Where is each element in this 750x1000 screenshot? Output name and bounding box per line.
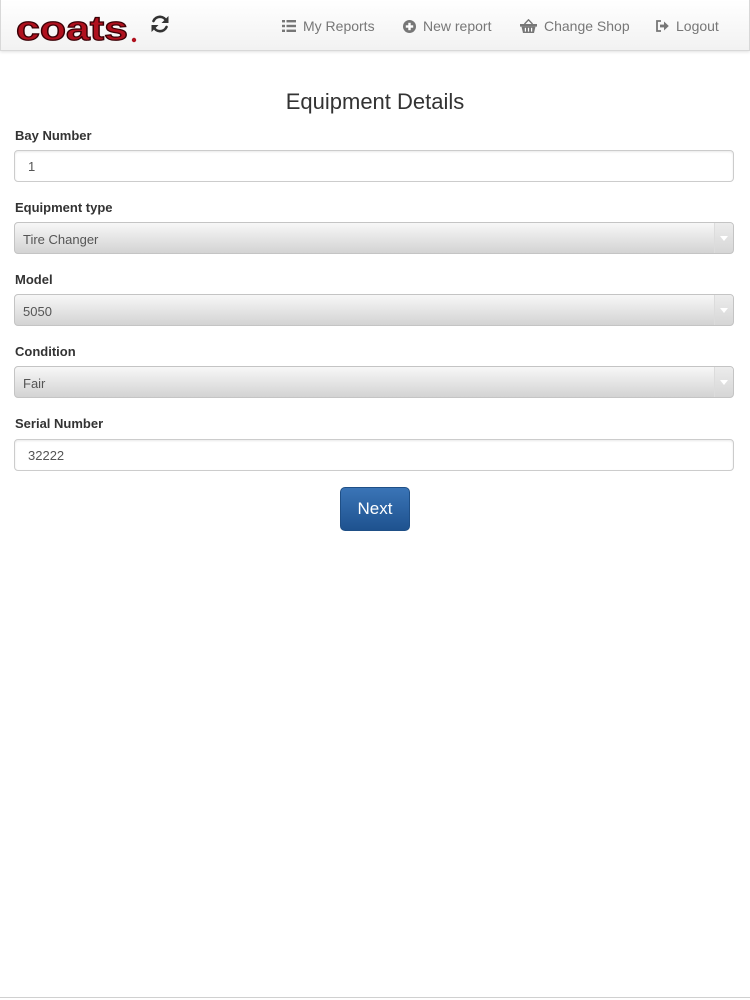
equipment-type-value: Tire Changer <box>23 232 99 247</box>
nav-label: Logout <box>676 18 719 34</box>
equipment-type-label: Equipment type <box>15 200 113 215</box>
list-icon <box>282 20 296 32</box>
bay-number-label: Bay Number <box>15 128 92 143</box>
svg-text:coats: coats <box>16 10 128 45</box>
nav-label: Change Shop <box>544 18 630 34</box>
equipment-type-select[interactable]: Tire Changer <box>14 222 734 254</box>
condition-value: Fair <box>23 376 46 391</box>
model-value: 5050 <box>23 304 52 319</box>
top-navbar: coats My Reports New report Change Shop … <box>0 0 750 51</box>
chevron-down-icon <box>714 295 733 325</box>
serial-number-label: Serial Number <box>15 416 104 431</box>
coats-logo[interactable]: coats <box>15 9 139 45</box>
model-label: Model <box>15 272 53 287</box>
nav-change-shop[interactable]: Change Shop <box>520 16 630 36</box>
nav-logout[interactable]: Logout <box>656 16 719 36</box>
condition-label: Condition <box>15 344 76 359</box>
basket-icon <box>520 19 537 33</box>
serial-number-input[interactable] <box>14 439 734 471</box>
nav-new-report[interactable]: New report <box>403 16 491 36</box>
plus-circle-icon <box>403 19 416 33</box>
bottom-divider <box>0 997 750 998</box>
nav-label: My Reports <box>303 18 375 34</box>
chevron-down-icon <box>714 367 733 397</box>
next-button[interactable]: Next <box>340 487 410 531</box>
nav-label: New report <box>423 18 492 34</box>
bay-number-input[interactable] <box>14 150 734 182</box>
logout-icon <box>656 20 669 32</box>
nav-my-reports[interactable]: My Reports <box>282 16 375 36</box>
refresh-icon[interactable] <box>149 13 171 35</box>
model-select[interactable]: 5050 <box>14 294 734 326</box>
chevron-down-icon <box>714 223 733 253</box>
page-title: Equipment Details <box>285 89 465 114</box>
condition-select[interactable]: Fair <box>14 366 734 398</box>
